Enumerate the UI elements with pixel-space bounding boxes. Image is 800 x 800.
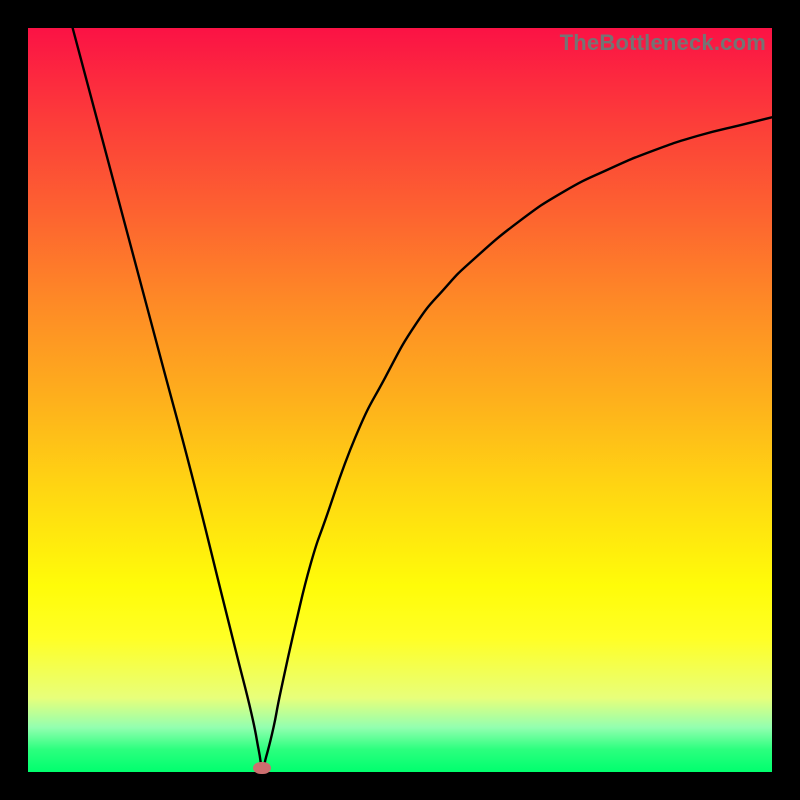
bottleneck-curve [73, 28, 772, 769]
plot-area: TheBottleneck.com [28, 28, 772, 772]
chart-frame: TheBottleneck.com [0, 0, 800, 800]
optimal-point-marker [253, 762, 271, 774]
curve-svg [28, 28, 772, 772]
